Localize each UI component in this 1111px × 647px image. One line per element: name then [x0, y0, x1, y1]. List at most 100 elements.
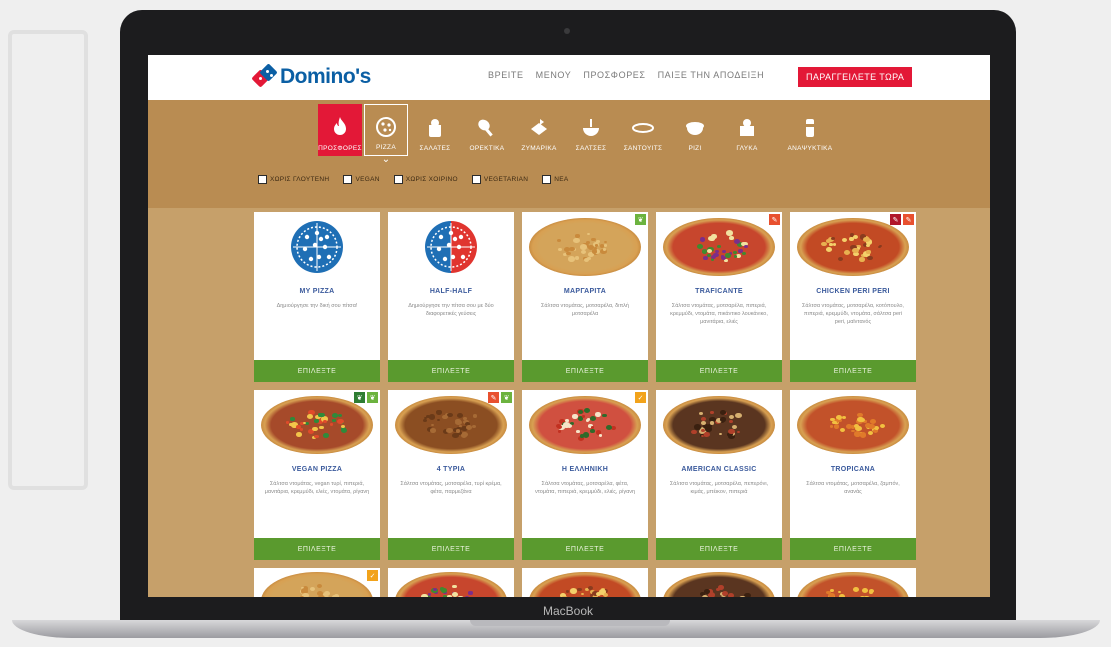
product-name: 4 ΤΥΡΙΑ: [436, 466, 466, 473]
product-card[interactable]: TROPICANA Σάλτσα ντομάτας, μοτσαρέλα, ζαμ…: [790, 390, 916, 560]
filter-2[interactable]: ΧΩΡΙΣ ΧΟΙΡΙΝΟ: [393, 175, 458, 184]
category-pizza[interactable]: PIZZA ⌄: [364, 104, 408, 165]
product-image: [261, 394, 373, 456]
nav-offers[interactable]: ΠΡΟΣΦΟΡΕΣ: [583, 70, 645, 80]
filter-checkbox[interactable]: [343, 175, 353, 184]
category-pasta[interactable]: ΖΥΜΑΡΙΚΑ: [514, 104, 564, 156]
select-button[interactable]: ΕΠΙΛΕΞΤΕ: [522, 538, 648, 560]
select-button[interactable]: ΕΠΙΛΕΞΤΕ: [790, 538, 916, 560]
filter-label: VEGETARIAN: [483, 176, 529, 183]
product-card[interactable]: MY PIZZA Δημιούργησε την δική σου πίτσα! Ε…: [254, 212, 380, 382]
select-button[interactable]: ΕΠΙΛΕΞΤΕ: [522, 360, 648, 382]
category-bar: ΠΡΟΣΦΟΡΕΣ PIZZA ⌄ ΣΑΛΑΤΕΣ ΟΡΕΚΤΙΚΑ ΖΥΜΑΡΙΚΑ ΣΑ…: [148, 100, 990, 208]
filter-1[interactable]: VEGAN: [343, 175, 379, 184]
category-list: ΠΡΟΣΦΟΡΕΣ PIZZA ⌄ ΣΑΛΑΤΕΣ ΟΡΕΚΤΙΚΑ ΖΥΜΑΡΙΚΑ ΣΑ…: [318, 104, 846, 165]
product-image: [797, 572, 909, 597]
category-sandwich[interactable]: ΣΑΝΤΟΥΙΤΣ: [618, 104, 668, 156]
product-name: HALF-HALF: [429, 288, 473, 295]
select-button[interactable]: ΕΠΙΛΕΞΤΕ: [254, 538, 380, 560]
product-card[interactable]: [388, 568, 514, 597]
category-salad[interactable]: ΣΑΛΑΤΕΣ: [410, 104, 460, 156]
site-header: Domino's ΒΡΕΙΤΕ ΜΕΝΟΥ ΠΡΟΣΦΟΡΕΣ ΠΑΙΞΕ ΤΗ…: [148, 55, 990, 100]
laptop-frame: Domino's ΒΡΕΙΤΕ ΜΕΝΟΥ ΠΡΟΣΦΟΡΕΣ ΠΑΙΞΕ ΤΗ…: [120, 10, 1016, 625]
select-button[interactable]: ΕΠΙΛΕΞΤΕ: [388, 538, 514, 560]
product-card[interactable]: ✎ ✎ CHICKEN PERI PERI Σάλτσα ντομάτας, μοτσ…: [790, 212, 916, 382]
pizza-photo: [663, 218, 775, 276]
camera-icon: [564, 28, 570, 34]
product-card[interactable]: [522, 568, 648, 597]
fire-icon: [329, 117, 351, 139]
logo-text: Domino's: [280, 65, 371, 88]
device-brand-label: MacBook: [542, 604, 594, 618]
product-description: Σάλτσα ντομάτας, μοτσαρέλα, πεπερόνι, κι…: [669, 481, 769, 495]
leaf-badge-icon: ❦: [635, 214, 646, 225]
pizza-photo: [529, 396, 641, 454]
product-card[interactable]: [790, 568, 916, 597]
chili-badge-icon: ✎: [890, 214, 901, 225]
dip-bowl-icon: [580, 117, 602, 139]
leaf-badge-icon: ❦: [354, 392, 365, 403]
product-name: AMERICAN CLASSIC: [681, 466, 757, 473]
category-label: ΓΛΥΚΑ: [736, 145, 758, 152]
product-description: Σάλτσα ντομάτας, μοτσαρέλα, κοτόπουλο, π…: [802, 303, 904, 325]
product-name: MY PIZZA: [299, 288, 335, 295]
product-name: Η ΕΛΛΗΝΙΚΗ: [561, 466, 609, 473]
category-drumstick[interactable]: ΟΡΕΚΤΙΚΑ: [462, 104, 512, 156]
product-name: ΜΑΡΓΑΡΙΤΑ: [563, 288, 607, 295]
product-name: CHICKEN PERI PERI: [816, 288, 890, 295]
filter-label: ΧΩΡΙΣ ΓΛΟΥΤΕΝΗ: [270, 176, 330, 183]
filter-checkbox[interactable]: [393, 175, 403, 184]
chili-badge-icon: ✎: [488, 392, 499, 403]
filter-label: ΝΕΑ: [554, 176, 569, 183]
product-card[interactable]: [656, 568, 782, 597]
leaf-badge-icon: ❦: [501, 392, 512, 403]
nav-find-store[interactable]: ΒΡΕΙΤΕ: [488, 70, 524, 80]
laptop-notch: [470, 620, 670, 626]
product-name: VEGAN PIZZA: [291, 466, 343, 473]
nav-play-receipt[interactable]: ΠΑΙΞΕ ΤΗΝ ΑΠΟΔΕΙΞΗ: [658, 70, 765, 80]
product-card[interactable]: HALF-HALF Δημιούργησε την πίτσα σου με δύ…: [388, 212, 514, 382]
dominos-logo[interactable]: Domino's: [251, 63, 371, 89]
filter-4[interactable]: ΝΕΑ: [542, 175, 568, 184]
pizza-photo: [529, 218, 641, 276]
main-nav: ΒΡΕΙΤΕ ΜΕΝΟΥ ΠΡΟΣΦΟΡΕΣ ΠΑΙΞΕ ΤΗΝ ΑΠΟΔΕΙΞ…: [488, 70, 764, 80]
category-dip-bowl[interactable]: ΣΑΛΤΣΕΣ: [566, 104, 616, 156]
product-image: [529, 394, 641, 456]
product-image: [261, 572, 373, 597]
product-card[interactable]: ✎ TRAFICANTE Σάλτσα ντομάτας, μοτσαρέλα, π…: [656, 212, 782, 382]
select-button[interactable]: ΕΠΙΛΕΞΤΕ: [388, 360, 514, 382]
select-button[interactable]: ΕΠΙΛΕΞΤΕ: [254, 360, 380, 382]
nav-menu[interactable]: ΜΕΝΟΥ: [536, 70, 572, 80]
category-label: ΑΝΑΨΥΚΤΙΚΑ: [787, 145, 833, 152]
category-rice-bowl[interactable]: ΡΙΖΙ: [670, 104, 720, 156]
product-card[interactable]: AMERICAN CLASSIC Σάλτσα ντομάτας, μοτσαρέ…: [656, 390, 782, 560]
pizza-photo: [797, 396, 909, 454]
filter-checkbox[interactable]: [258, 175, 267, 184]
category-label: ΡΙΖΙ: [688, 145, 702, 152]
select-button[interactable]: ΕΠΙΛΕΞΤΕ: [790, 360, 916, 382]
product-image: [395, 394, 507, 456]
filter-checkbox[interactable]: [542, 175, 552, 184]
category-label: ΣΑΛΑΤΕΣ: [419, 145, 451, 152]
chili-badge-icon: ✎: [903, 214, 914, 225]
category-drink[interactable]: ΑΝΑΨΥΚΤΙΚΑ: [774, 104, 846, 156]
select-button[interactable]: ΕΠΙΛΕΞΤΕ: [656, 360, 782, 382]
product-card[interactable]: ✓ Η ΕΛΛΗΝΙΚΗ Σάλτσα ντομάτας, μοτσαρέλα, φ…: [522, 390, 648, 560]
pizza-photo: [663, 396, 775, 454]
product-card[interactable]: ✎ ❦ 4 ΤΥΡΙΑ Σάλτσα ντομάτας, μοτσαρέλα, τυρ…: [388, 390, 514, 560]
product-card[interactable]: ❦ ❦ VEGAN PIZZA Σάλτσα ντομάτας, vegan τυρί…: [254, 390, 380, 560]
filter-checkbox[interactable]: [471, 175, 481, 184]
filter-0[interactable]: ΧΩΡΙΣ ΓΛΟΥΤΕΝΗ: [258, 175, 329, 184]
product-image: [663, 394, 775, 456]
category-fire[interactable]: ΠΡΟΣΦΟΡΕΣ: [318, 104, 362, 156]
category-dessert[interactable]: ΓΛΥΚΑ: [722, 104, 772, 156]
category-label: ΠΡΟΣΦΟΡΕΣ: [318, 145, 362, 152]
product-card[interactable]: ❦ ΜΑΡΓΑΡΙΤΑ Σάλτσα ντομάτας, μοτσαρέλα, δι…: [522, 212, 648, 382]
product-image: [395, 572, 507, 597]
select-button[interactable]: ΕΠΙΛΕΞΤΕ: [656, 538, 782, 560]
pizza-photo: [395, 572, 507, 597]
product-image: [797, 394, 909, 456]
filter-3[interactable]: VEGETARIAN: [471, 175, 529, 184]
product-card[interactable]: ✓: [254, 568, 380, 597]
order-now-button[interactable]: ΠΑΡΑΓΓΕΙΛΕΤΕ ΤΩΡΑ: [798, 67, 913, 87]
